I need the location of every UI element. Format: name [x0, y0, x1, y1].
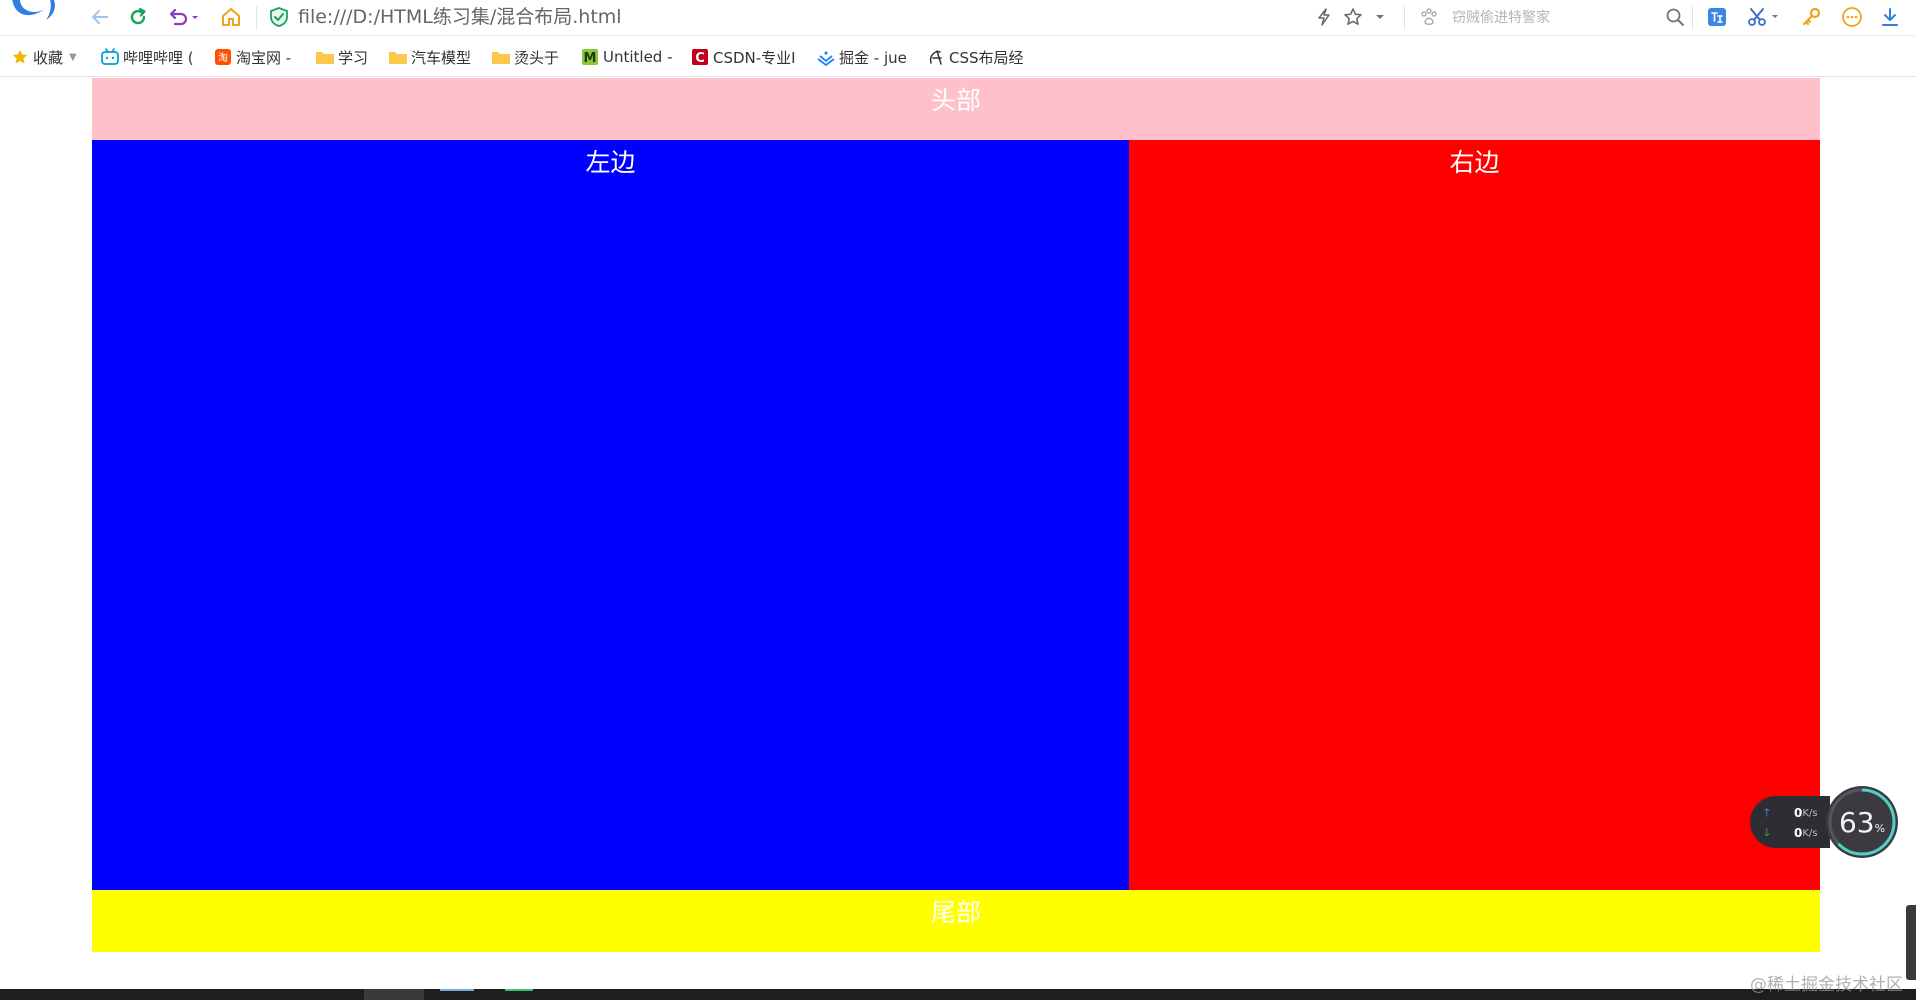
screenshot-button[interactable] [1744, 3, 1784, 31]
svg-text:M: M [584, 51, 597, 66]
right-text: 右边 [1449, 148, 1500, 177]
key-icon [1802, 7, 1821, 26]
download-button[interactable] [1876, 3, 1904, 31]
browser-toolbar: file:///D:/HTML练习集/混合布局.html [0, 0, 1916, 36]
browser-logo-icon [12, 0, 55, 20]
lightning-icon [1318, 8, 1330, 26]
bookmark-label: 烫头于 [514, 48, 560, 67]
bookmark-label: 掘金 - jue [839, 48, 907, 67]
taskbar-item[interactable] [505, 989, 533, 1000]
translate-icon [1708, 8, 1726, 26]
svg-text:C: C [695, 51, 705, 66]
juejin-icon [816, 47, 836, 67]
fast-mode-button[interactable] [1310, 3, 1338, 31]
translate-button[interactable] [1703, 3, 1731, 31]
upload-unit: K/s [1802, 807, 1818, 819]
address-bar[interactable]: file:///D:/HTML练习集/混合布局.html [298, 4, 622, 30]
right-column-block: 右边 [1129, 140, 1820, 890]
bookmark-label: CSDN-专业I [713, 48, 796, 67]
search-input[interactable] [1452, 6, 1652, 30]
svg-text:淘: 淘 [218, 51, 228, 64]
bookmark-csdn[interactable]: C CSDN-专业I [690, 45, 796, 69]
folder-icon [315, 47, 335, 67]
home-icon [222, 8, 240, 26]
shield-check-icon [270, 7, 288, 27]
bookmark-label: Untitled - [603, 48, 673, 66]
caret-down-icon [1376, 15, 1384, 19]
usage-value: 63 [1838, 805, 1875, 839]
paw-icon [1421, 8, 1437, 25]
more-circle-icon [1842, 7, 1862, 27]
bookmark-label: 哔哩哔哩 ( [123, 48, 194, 67]
download-arrow-icon: 🡓 [1764, 825, 1770, 839]
bookmark-juejin[interactable]: 掘金 - jue [816, 45, 907, 69]
bookmark-favorites[interactable]: 收藏 ▼ [10, 45, 77, 69]
more-menu-button[interactable] [1838, 3, 1866, 31]
page-header-block: 头部 [92, 78, 1820, 140]
taskbar-item[interactable] [364, 989, 424, 1000]
arrow-left-icon [92, 10, 108, 24]
left-column-block: 左边 [92, 140, 1129, 890]
dropdown-button[interactable] [1370, 3, 1390, 31]
bookmark-bilibili[interactable]: 哔哩哔哩 ( [100, 45, 194, 69]
network-speed-widget[interactable]: 🡑 0 K/s 🡓 0 K/s [1750, 796, 1830, 848]
bookmark-folder-study[interactable]: 学习 [315, 45, 368, 69]
scissors-icon [1748, 8, 1778, 26]
download-icon [1882, 8, 1898, 26]
os-taskbar [0, 989, 1916, 1000]
usage-suffix: % [1874, 821, 1886, 835]
undo-icon [169, 8, 198, 26]
star-outline-icon [1344, 8, 1362, 25]
bookmark-label: 学习 [338, 48, 369, 67]
undo-close-tab-button[interactable] [164, 3, 204, 31]
refresh-icon [130, 7, 146, 25]
css-icon [926, 47, 946, 67]
watermark-text: @稀土掘金技术社区 [1750, 975, 1903, 995]
toolbar-divider [1404, 6, 1405, 30]
refresh-button[interactable] [124, 3, 152, 31]
password-manager-button[interactable] [1797, 3, 1825, 31]
bookmark-folder-perm[interactable]: 烫头于 [491, 45, 559, 69]
footer-text: 尾部 [930, 898, 981, 927]
taobao-icon: 淘 [213, 47, 233, 67]
left-text: 左边 [585, 148, 636, 177]
caret-down-icon: ▼ [69, 51, 77, 63]
home-button[interactable] [217, 3, 245, 31]
csdn-icon: C [690, 47, 710, 67]
search-box [1418, 4, 1686, 32]
bilibili-icon [100, 47, 120, 67]
toolbar-divider [256, 6, 257, 30]
star-icon [10, 47, 30, 67]
bookmark-label: CSS布局经 [949, 48, 1024, 67]
bookmark-label: 收藏 [33, 48, 64, 67]
search-icon[interactable] [1664, 6, 1686, 28]
folder-icon [388, 47, 408, 67]
upload-value: 0 [1794, 806, 1803, 820]
download-unit: K/s [1802, 827, 1818, 839]
download-speed: 🡓 0 K/s [1764, 824, 1824, 842]
folder-icon [491, 47, 511, 67]
bookmark-folder-car-model[interactable]: 汽车模型 [388, 45, 471, 69]
bookmark-label: 汽车模型 [411, 48, 472, 67]
side-panel-handle[interactable] [1906, 905, 1916, 980]
taskbar-item[interactable] [440, 989, 474, 1000]
bookmark-taobao[interactable]: 淘 淘宝网 - [213, 45, 291, 69]
page-footer-block: 尾部 [92, 890, 1820, 952]
header-text: 头部 [930, 86, 981, 115]
memory-usage-readout: 63% [1824, 784, 1900, 860]
bookmark-label: 淘宝网 - [236, 48, 292, 67]
back-button[interactable] [86, 3, 114, 31]
bookmark-star-button[interactable] [1339, 3, 1367, 31]
m-icon: M [580, 47, 600, 67]
upload-speed: 🡑 0 K/s [1764, 804, 1824, 822]
bookmark-untitled[interactable]: M Untitled - [580, 45, 673, 69]
upload-arrow-icon: 🡑 [1764, 805, 1770, 819]
bookmarks-bar: 收藏 ▼ 哔哩哔哩 ( 淘 淘宝网 - 学习 汽车模型 烫头于 M Untitl… [0, 37, 1916, 77]
download-value: 0 [1794, 826, 1803, 840]
toolbar-divider [1692, 6, 1693, 30]
bookmark-css-layout[interactable]: CSS布局经 [926, 45, 1024, 69]
